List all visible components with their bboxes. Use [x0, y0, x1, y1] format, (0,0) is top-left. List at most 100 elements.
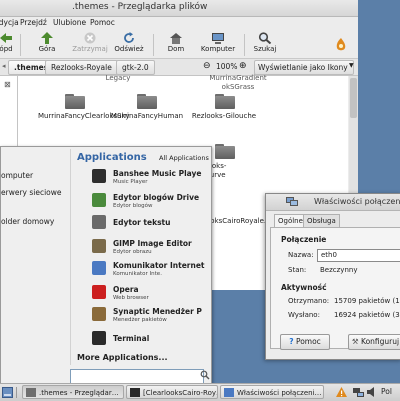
scrollbar-thumb[interactable] [350, 78, 357, 118]
tab-general[interactable]: Ogólne [274, 214, 307, 228]
folder-icon [65, 94, 85, 109]
place-network[interactable]: erwery sieciowe [1, 188, 62, 197]
app-name: Synaptic Menedżer P [113, 307, 202, 316]
view-mode-select[interactable]: Wyświetlanie jako Ikony [254, 60, 354, 75]
up-arrow-icon [41, 32, 53, 44]
search-label: Szukaj [253, 45, 277, 53]
folder-label: MurrinaFancyHuman [110, 112, 184, 120]
app-description: Music Player [113, 179, 148, 185]
partial-label: Legacy [105, 74, 131, 82]
folder-icon [26, 388, 36, 397]
activity-heading: Aktywność [281, 283, 327, 292]
title-bar[interactable]: .themes - Przeglądarka plików [0, 0, 358, 17]
app-description: Komunikator Inte. [113, 271, 162, 277]
crumb-gtk[interactable]: gtk-2.0 [116, 60, 155, 75]
applications-heading: Applications [77, 152, 147, 163]
show-desktop-icon[interactable] [2, 387, 13, 398]
close-sidepane-icon[interactable]: ⊠ [4, 80, 11, 89]
name-value: eth0 [321, 251, 337, 259]
back-arrow-icon [0, 33, 12, 43]
more-applications-button[interactable]: More Applications... [77, 353, 168, 362]
tab-support[interactable]: Obsługa [303, 214, 340, 227]
name-field[interactable]: eth0 [317, 249, 400, 262]
chevron-down-icon: ▼ [349, 62, 354, 69]
search-icon[interactable] [200, 369, 210, 381]
crumb-rezlooks-royale[interactable]: Rezlooks-Royale [45, 60, 118, 75]
app-description: Menedżer pakietów [113, 317, 167, 323]
stop-icon [84, 32, 96, 44]
connection-properties-dialog: Właściwości połączenia Ogólne Obsługa Po… [265, 193, 400, 360]
computer-label: Komputer [200, 45, 236, 53]
network-icon [224, 388, 234, 397]
help-icon: ? [289, 337, 294, 346]
folder-label: Rezlooks-Gilouche [191, 112, 257, 120]
file-label: ooksCairoRoyale.tar.gz [206, 217, 286, 225]
keyboard-layout[interactable]: Pol [381, 387, 392, 396]
menu-edit[interactable]: Edycja [0, 18, 19, 27]
task-label: Właściwości połączeni… [237, 389, 322, 397]
network-status-icon[interactable] [352, 386, 365, 399]
update-icon[interactable] [335, 386, 348, 399]
task-label: .themes - Przeglądar… [39, 389, 119, 397]
app-description: Edytor blogów [113, 203, 153, 209]
task-connection-properties[interactable]: Właściwości połączeni… [220, 385, 324, 399]
task-file-manager[interactable]: .themes - Przeglądar… [22, 385, 124, 399]
help-label: Pomoc [295, 337, 321, 346]
folder-icon [215, 94, 235, 109]
volume-icon[interactable] [367, 387, 377, 397]
back-button[interactable]: ópd [0, 32, 16, 53]
terminal-icon [92, 331, 106, 345]
divider [70, 149, 71, 365]
menu-bookmarks[interactable]: Ulubione [53, 18, 86, 27]
search-icon [258, 32, 272, 44]
opera-icon [92, 285, 106, 299]
taskbar: .themes - Przeglądar… [ClearlooksCairo-R… [0, 383, 400, 401]
separator [16, 387, 17, 398]
app-name: Banshee Music Playe [113, 169, 202, 178]
task-label: [ClearlooksCairo-Roy… [143, 389, 218, 397]
zoom-out-icon[interactable]: ⊖ [203, 61, 211, 71]
toggle-location-icon[interactable]: ◂ [2, 62, 6, 70]
reload-button[interactable]: Odśwież [114, 32, 144, 53]
configure-label: Konfiguruj [361, 337, 400, 346]
dialog-title-bar[interactable]: Właściwości połączenia [266, 194, 400, 211]
drivel-icon [92, 193, 106, 207]
toolbar: ópd Góra Zatrzymaj Odśwież Dom Komputer … [0, 30, 358, 59]
received-label: Otrzymano: [288, 297, 330, 305]
up-button[interactable]: Góra [36, 32, 58, 53]
name-label: Nazwa: [288, 251, 314, 259]
task-terminal[interactable]: [ClearlooksCairo-Roy… [126, 385, 218, 399]
configure-button[interactable]: ⚒ Konfiguruj [348, 334, 400, 350]
gimp-icon [92, 239, 106, 253]
folder-icon [215, 144, 235, 159]
received-value: 15709 pakietów (1 [334, 297, 400, 305]
computer-icon [212, 33, 224, 44]
banshee-icon [92, 169, 106, 183]
help-button[interactable]: ? Pomoc [280, 334, 330, 350]
stop-label: Zatrzymaj [72, 45, 108, 53]
menu-help[interactable]: Pomoc [90, 18, 115, 27]
messenger-icon [92, 261, 106, 275]
search-button[interactable]: Szukaj [250, 32, 280, 53]
folder-label: MurrinaFancyClearloksSky [38, 112, 130, 120]
stop-button[interactable]: Zatrzymaj [70, 32, 110, 53]
dialog-title: Właściwości połączenia [314, 197, 400, 206]
home-button[interactable]: Dom [164, 32, 188, 53]
applications-menu: omputer erwery sieciowe older domowy App… [0, 146, 212, 386]
reload-label: Odśwież [114, 45, 144, 53]
window-title: .themes - Przeglądarka plików [72, 2, 208, 12]
computer-button[interactable]: Komputer [198, 32, 238, 53]
app-description: Web browser [113, 295, 149, 301]
toolbar-separator [244, 34, 245, 56]
place-computer[interactable]: omputer [1, 171, 33, 180]
zoom-in-icon[interactable]: ⊕ [239, 61, 247, 71]
menu-go[interactable]: Przejdź [20, 18, 47, 27]
menu-bar: Edycja Przejdź Ulubione Pomoc [0, 17, 358, 30]
partial-label: okSGrass [221, 83, 255, 91]
network-icon [286, 197, 298, 206]
sent-label: Wysłano: [288, 311, 320, 319]
toolbar-separator [153, 34, 154, 56]
app-name: GIMP Image Editor [113, 239, 192, 248]
place-home[interactable]: older domowy [1, 217, 54, 226]
all-applications-button[interactable]: All Applications [159, 154, 209, 162]
